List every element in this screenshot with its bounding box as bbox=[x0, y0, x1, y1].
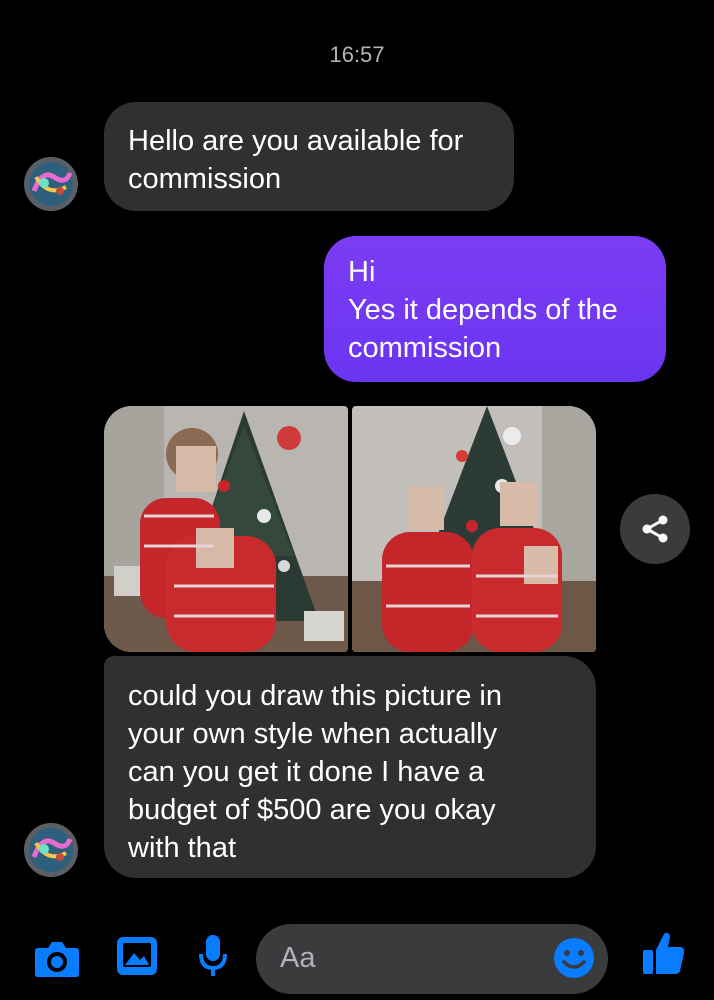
camera-icon[interactable] bbox=[34, 938, 80, 983]
family-christmas-photo-1[interactable] bbox=[104, 406, 348, 652]
gallery-icon[interactable] bbox=[116, 936, 158, 981]
incoming-message[interactable]: Hello are you available for commission bbox=[104, 102, 514, 211]
message-timestamp: 16:57 bbox=[329, 42, 385, 67]
microphone-icon[interactable] bbox=[198, 934, 228, 983]
outgoing-message[interactable]: Hi Yes it depends of the commission bbox=[324, 236, 666, 382]
message-input[interactable]: Aa bbox=[256, 924, 608, 994]
thumbs-up-icon[interactable] bbox=[642, 930, 686, 981]
message-input-placeholder: Aa bbox=[280, 942, 316, 974]
avatar[interactable] bbox=[24, 823, 78, 877]
emoji-icon[interactable] bbox=[552, 936, 596, 985]
share-button[interactable] bbox=[620, 494, 690, 564]
family-christmas-photo-2[interactable] bbox=[352, 406, 596, 652]
incoming-message[interactable]: could you draw this picture in your own … bbox=[104, 656, 596, 878]
share-icon bbox=[642, 515, 668, 543]
avatar[interactable] bbox=[24, 157, 78, 211]
